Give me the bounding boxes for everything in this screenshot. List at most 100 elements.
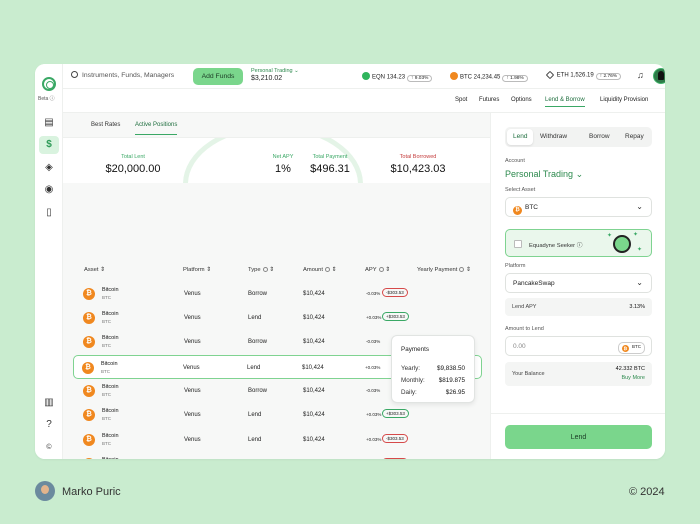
- account-balance: $3,210.02: [251, 75, 283, 82]
- stat-total-payment: Total Payment $496.31: [310, 154, 350, 175]
- col-apy[interactable]: APY ⇕: [365, 267, 390, 273]
- btc-coin-icon: ₿: [83, 458, 95, 459]
- chevron-down-icon: ⌄: [575, 169, 584, 179]
- payment-badge[interactable]: -$303.53: [382, 288, 408, 297]
- asset-ticker: BTC: [102, 343, 111, 348]
- search-input[interactable]: Instruments, Funds, Managers: [71, 71, 174, 79]
- apy-cell: +0.03%: [366, 315, 382, 320]
- asset-name: Bitcoin: [102, 287, 119, 293]
- payments-tooltip: Payments Yearly: $9,838.50 Monthly: $819.8…: [391, 335, 475, 403]
- chevron-down-icon: ⌄: [636, 202, 643, 211]
- ticker-btc[interactable]: BTC 24,234.45 ↑ 1.98%: [450, 72, 528, 82]
- type-cell: Lend: [248, 412, 262, 418]
- platform-cell: Venus: [184, 388, 201, 394]
- tab-best-rates[interactable]: Best Rates: [91, 122, 120, 128]
- apy-cell: -0.03%: [366, 291, 381, 296]
- ticker-eqn[interactable]: EQN 134.23 ↑ 9.03%: [362, 72, 433, 82]
- sparkle-icon: ✦: [607, 233, 613, 239]
- info-icon: ⓘ: [576, 243, 583, 249]
- chevron-down-icon: ⌄: [294, 68, 299, 74]
- platform-cell: Venus: [184, 291, 201, 297]
- payment-badge[interactable]: -$303.53: [382, 458, 408, 459]
- stat-net-apy: Net APY 1%: [272, 154, 294, 175]
- col-platform[interactable]: Platform ⇕: [183, 267, 211, 273]
- platform-cell: Venus: [184, 412, 201, 418]
- asset-select[interactable]: ₿ BTC ⌄: [505, 197, 652, 217]
- apy-cell: +0.03%: [366, 437, 382, 442]
- logo-icon[interactable]: [42, 77, 56, 91]
- action-tabs: Lend Withdraw Borrow Repay: [505, 127, 652, 147]
- nav-spot[interactable]: Spot: [455, 97, 467, 103]
- tab-repay[interactable]: Repay: [625, 133, 644, 140]
- table-row[interactable]: ₿ Bitcoin BTC Venus Lend $10,424 +0.03% +$303.5…: [75, 403, 480, 427]
- dollar-icon[interactable]: $: [39, 136, 59, 154]
- nav-lend-borrow[interactable]: Lend & Borrow: [545, 97, 585, 107]
- type-cell: Borrow: [248, 291, 268, 297]
- add-funds-button[interactable]: Add Funds: [193, 68, 243, 85]
- seeker-toggle-icon[interactable]: [613, 235, 631, 253]
- payment-badge[interactable]: +$303.53: [382, 409, 409, 418]
- target-icon[interactable]: ◉: [39, 181, 59, 199]
- btc-coin-icon: ₿: [83, 288, 95, 300]
- table-row[interactable]: ₿ Bitcoin BTC Venus Lend $10,424 +0.03% -$303.5…: [75, 428, 480, 452]
- info-icon: [262, 267, 268, 272]
- payment-badge[interactable]: -$303.53: [382, 434, 408, 443]
- document-icon[interactable]: ▥: [39, 394, 59, 412]
- author-avatar: [35, 481, 55, 501]
- book-icon[interactable]: ▯: [39, 204, 59, 222]
- account-dropdown[interactable]: Personal Trading ⌄: [505, 169, 583, 180]
- col-asset[interactable]: Asset ⇕: [84, 267, 105, 273]
- asset-name: Bitcoin: [102, 433, 119, 439]
- author-name: Marko Puric: [62, 486, 121, 498]
- platform-select[interactable]: PancakeSwap ⌄: [505, 273, 652, 293]
- copyright-icon: ©: [46, 444, 52, 451]
- platform-cell: Venus: [184, 315, 201, 321]
- platform-cell: Venus: [184, 339, 201, 345]
- table-row[interactable]: ₿BitcoinBTCVenusBorrow$10,424-0.03%-$303…: [75, 282, 480, 306]
- btc-coin-icon: ₿: [83, 336, 95, 348]
- asset-ticker: BTC: [102, 392, 111, 397]
- app-window: Beta ⓘ ▤ $ ◈ ◉ ▯ ▥ ? © Instruments, Fund…: [35, 64, 665, 459]
- col-yearly-payment[interactable]: Yearly Payment ⇕: [417, 267, 471, 273]
- nav-futures[interactable]: Futures: [479, 97, 499, 103]
- stat-total-borrowed: Total Borrowed $10,423.03: [390, 154, 446, 175]
- nav-options[interactable]: Options: [511, 97, 532, 103]
- account-selector[interactable]: Personal Trading ⌄ $3,210.02: [251, 68, 299, 82]
- tab-active-positions[interactable]: Active Positions: [135, 122, 178, 135]
- table-row[interactable]: ₿BitcoinBTCVenusBorrow$10,424-0.03%-$303…: [75, 452, 480, 459]
- balance-box: Your Balance 42.332 BTC Buy More: [505, 362, 652, 386]
- eqn-coin-icon: [362, 72, 370, 80]
- asset-label: Select Asset: [505, 187, 536, 193]
- btc-coin-icon: ₿: [513, 206, 522, 215]
- amount-input[interactable]: 0.00 ₿ BTC: [505, 336, 652, 356]
- payment-badge[interactable]: +$303.53: [382, 312, 409, 321]
- info-icon: [324, 267, 330, 272]
- col-amount[interactable]: Amount ⇕: [303, 267, 336, 273]
- dashboard-icon[interactable]: ▤: [39, 114, 59, 132]
- nav-liquidity-provision[interactable]: Liquidity Provision: [600, 97, 648, 103]
- buy-more-link[interactable]: Buy More: [621, 375, 645, 381]
- apy-cell: +0.03%: [366, 412, 382, 417]
- sparkle-icon: ✦: [633, 232, 639, 238]
- tab-borrow[interactable]: Borrow: [589, 133, 610, 140]
- tab-withdraw[interactable]: Withdraw: [540, 133, 567, 140]
- bell-icon[interactable]: ♫: [637, 70, 644, 80]
- help-icon[interactable]: ?: [39, 416, 59, 434]
- type-cell: Borrow: [248, 388, 268, 394]
- diamond-icon[interactable]: ◈: [39, 159, 59, 177]
- table-row[interactable]: ₿ Bitcoin BTC Venus Lend $10,424 +0.03% +$303.5…: [75, 306, 480, 330]
- col-type[interactable]: Type ⇕: [248, 267, 274, 273]
- tab-lend[interactable]: Lend: [507, 129, 534, 145]
- amount-cell: $10,424: [302, 365, 324, 371]
- platform-label: Platform: [505, 263, 526, 269]
- ticker-eth[interactable]: ETH 1,526.19 ↑ 2.76%: [545, 70, 622, 80]
- lend-submit-button[interactable]: Lend: [505, 425, 652, 449]
- equadyne-seeker[interactable]: Equadyne Seeker ⓘ ✦ ✦ ✦: [505, 229, 652, 257]
- btc-coin-icon: ₿: [82, 362, 94, 374]
- lend-panel: Lend Withdraw Borrow Repay Account Perso…: [490, 113, 665, 459]
- asset-ticker: BTC: [102, 319, 111, 324]
- divider: [491, 413, 665, 414]
- avatar[interactable]: [653, 68, 665, 84]
- seeker-checkbox[interactable]: [514, 240, 522, 248]
- sidebar: Beta ⓘ ▤ $ ◈ ◉ ▯ ▥ ? ©: [35, 64, 63, 459]
